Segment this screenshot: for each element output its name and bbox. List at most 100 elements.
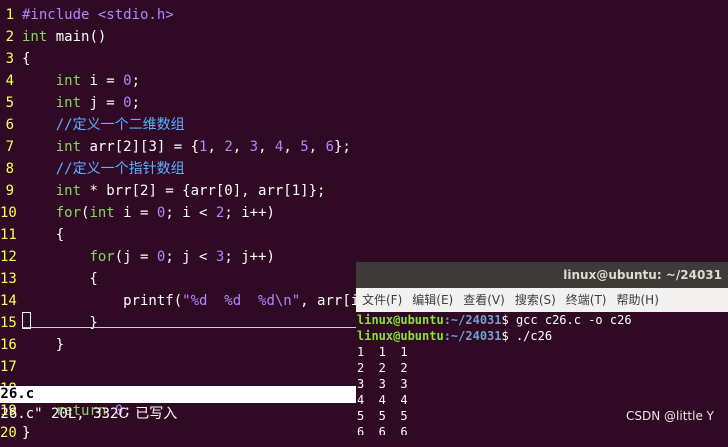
command-message: c26.c" 20L, 332C 已写入 <box>0 406 178 422</box>
menu-terminal[interactable]: 终端(T) <box>561 288 612 312</box>
code-token: ; i++) <box>224 205 275 221</box>
prompt-path: :~/24031 <box>443 313 502 327</box>
text-cursor <box>22 312 31 329</box>
code-line[interactable]: 4 int i = 0; <box>0 70 140 92</box>
code-token: for <box>55 205 82 221</box>
code-token: ; j < <box>165 249 216 265</box>
code-token: main() <box>47 29 107 45</box>
code-token: { <box>22 51 31 67</box>
code-line[interactable]: 17 <box>0 356 22 378</box>
output-line: 3 3 3 <box>357 377 408 391</box>
code-token: "%d %d %d\n" <box>182 293 301 309</box>
code-line[interactable]: 6 //定义一个二维数组 <box>0 114 185 136</box>
line-number: 11 <box>0 227 17 243</box>
code-line[interactable]: 5 int j = 0; <box>0 92 140 114</box>
code-line[interactable]: 11 { <box>0 224 64 246</box>
code-token: arr[2][3] = { <box>81 139 200 155</box>
output-line: 1 1 1 <box>357 345 408 359</box>
code-token: } <box>22 425 31 441</box>
terminal-title: linux@ubuntu: ~/24031 <box>563 268 722 282</box>
code-line[interactable]: 8 //定义一个指针数组 <box>0 158 185 180</box>
code-line[interactable]: 7 int arr[2][3] = {1, 2, 3, 4, 5, 6}; <box>0 136 351 158</box>
line-number: 17 <box>0 359 17 375</box>
menu-search[interactable]: 搜索(S) <box>510 288 561 312</box>
line-number: 8 <box>5 161 14 177</box>
code-token: int <box>89 205 115 221</box>
code-token: , <box>308 139 326 155</box>
menu-file[interactable]: 文件(F) <box>356 288 407 312</box>
code-token: 2 <box>224 139 233 155</box>
line-number: 16 <box>0 337 17 353</box>
code-line[interactable]: 10 for(int i = 0; i < 2; i++) <box>0 202 275 224</box>
code-token: 3 <box>249 139 259 155</box>
line-number: 6 <box>5 117 14 133</box>
line-number: 3 <box>5 51 14 67</box>
code-token: 0 <box>123 73 132 89</box>
prompt-user: linux@ubuntu <box>357 329 444 343</box>
terminal-titlebar[interactable]: linux@ubuntu: ~/24031 <box>356 262 728 288</box>
code-line[interactable]: 15 } <box>0 312 98 334</box>
output-line: 4 4 4 <box>357 393 408 407</box>
code-token: 6 <box>325 139 334 155</box>
terminal-command-line: linux@ubuntu:~/24031$ ./c26 <box>356 328 728 344</box>
menu-edit[interactable]: 编辑(E) <box>407 288 458 312</box>
code-line[interactable]: 1 #include <stdio.h> <box>0 4 174 26</box>
code-token: ; j++) <box>224 249 275 265</box>
code-line[interactable]: 2 int main() <box>0 26 107 48</box>
line-number: 13 <box>0 271 17 287</box>
code-token: { <box>22 227 65 243</box>
code-line[interactable]: 13 { <box>0 268 98 290</box>
code-token: , <box>283 139 301 155</box>
code-line[interactable]: 16 } <box>0 334 64 356</box>
vim-status-line: c26.c <box>0 386 360 403</box>
code-token: ; i < <box>165 205 216 221</box>
code-token: ; <box>131 95 141 111</box>
code-token: int <box>55 73 82 89</box>
line-number: 14 <box>0 293 17 309</box>
watermark: CSDN @little Y <box>626 409 714 423</box>
prompt-user: linux@ubuntu <box>357 313 444 327</box>
line-number: 10 <box>0 205 17 221</box>
code-line[interactable]: 3{ <box>0 48 31 70</box>
code-token: #include <stdio.h> <box>22 7 174 23</box>
code-token: int <box>22 29 48 45</box>
code-token: 0 <box>123 95 132 111</box>
code-token: j = <box>81 95 124 111</box>
vim-command-line[interactable]: c26.c" 20L, 332C 已写入 <box>0 403 360 425</box>
menu-view[interactable]: 查看(V) <box>458 288 510 312</box>
code-token: } <box>22 337 65 353</box>
code-token: ; <box>131 73 141 89</box>
code-token: 5 <box>300 139 309 155</box>
code-token: , <box>207 139 225 155</box>
code-token: i = <box>114 205 157 221</box>
code-token: int <box>55 95 82 111</box>
code-token: , <box>232 139 250 155</box>
output-line: 2 2 2 <box>357 361 408 375</box>
line-number: 1 <box>5 7 14 23</box>
code-token: , <box>258 139 275 155</box>
code-token: i = <box>81 73 124 89</box>
code-line[interactable]: 9 int * brr[2] = {arr[0], arr[1]}; <box>0 180 326 202</box>
line-number: 5 <box>5 95 14 111</box>
code-token: int <box>55 183 82 199</box>
line-number: 4 <box>5 73 14 89</box>
menu-help[interactable]: 帮助(H) <box>612 288 664 312</box>
status-filename: c26.c <box>0 386 35 402</box>
terminal-menubar: 文件(F) 编辑(E) 查看(V) 搜索(S) 终端(T) 帮助(H) <box>356 288 728 312</box>
code-token: }; <box>333 139 351 155</box>
code-line[interactable]: 12 for(j = 0; j < 3; j++) <box>0 246 275 268</box>
command-text: $ gcc c26.c -o c26 <box>501 313 632 327</box>
code-token: { <box>22 271 98 287</box>
line-number: 7 <box>5 139 14 155</box>
code-token: for <box>89 249 115 265</box>
command-text: $ ./c26 <box>501 329 553 343</box>
code-token: (j = <box>114 249 157 265</box>
